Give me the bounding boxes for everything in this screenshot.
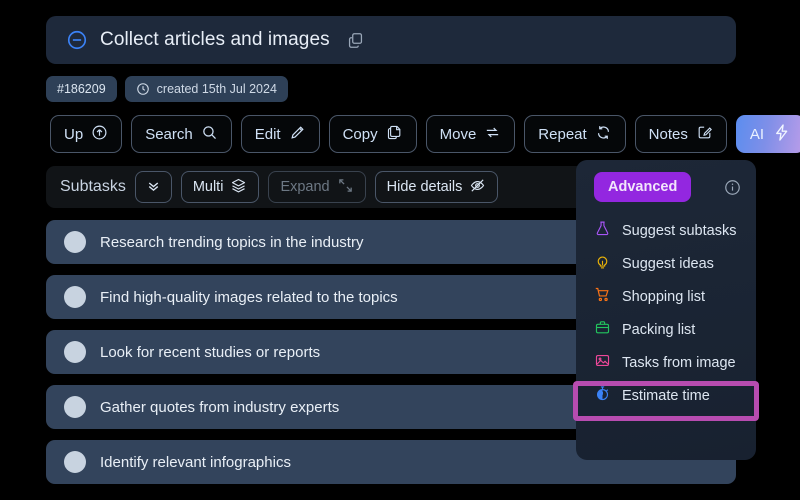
subtask-label: Gather quotes from industry experts (100, 398, 340, 416)
app-root: Collect articles and images #186209 crea… (0, 0, 800, 500)
subtask-checkbox[interactable] (64, 451, 86, 473)
layers-icon (230, 177, 247, 198)
copy-button-label: Copy (342, 125, 378, 143)
menu-item-shopping-list[interactable]: Shopping list (576, 280, 756, 313)
swap-arrows-icon (484, 124, 501, 145)
subtask-checkbox[interactable] (64, 341, 86, 363)
minus-circle-icon[interactable] (66, 29, 88, 51)
stopwatch-icon (594, 385, 611, 406)
refresh-icon (595, 124, 612, 145)
advanced-button[interactable]: Advanced (594, 172, 692, 202)
menu-item-label: Shopping list (622, 288, 706, 305)
hide-details-button[interactable]: Hide details (374, 171, 499, 203)
menu-item-suggest-ideas[interactable]: Suggest ideas (576, 247, 756, 280)
notes-button[interactable]: Notes (634, 115, 727, 153)
flask-icon (594, 220, 611, 241)
ai-button[interactable]: AI (735, 115, 800, 153)
eye-off-icon (469, 177, 486, 198)
created-date-chip[interactable]: created 15th Jul 2024 (124, 76, 288, 102)
task-header[interactable]: Collect articles and images (46, 16, 736, 64)
expand-button-label: Expand (280, 179, 330, 195)
up-button-label: Up (64, 125, 84, 143)
menu-item-packing-list[interactable]: Packing list (576, 313, 756, 346)
up-button[interactable]: Up (50, 115, 123, 153)
page-title: Collect articles and images (100, 29, 330, 50)
magnifier-icon (201, 124, 218, 145)
menu-item-label: Estimate time (622, 387, 710, 404)
repeat-button[interactable]: Repeat (524, 115, 626, 153)
subtask-label: Find high-quality images related to the … (100, 288, 398, 306)
menu-item-label: Suggest subtasks (622, 222, 737, 239)
menu-item-label: Tasks from image (622, 354, 736, 371)
pencil-icon (289, 124, 306, 145)
task-id-chip[interactable]: #186209 (46, 76, 117, 102)
lightning-bolt-icon (772, 123, 791, 146)
repeat-button-label: Repeat (538, 125, 587, 143)
menu-item-estimate-time[interactable]: Estimate time (576, 379, 756, 412)
ai-dropdown-panel: Advanced Suggest subtasks Suggest ideas … (576, 160, 756, 460)
copy-icon (386, 124, 403, 145)
created-date-label: created 15th Jul 2024 (156, 82, 277, 96)
copy-icon[interactable] (346, 31, 365, 50)
subtask-checkbox[interactable] (64, 396, 86, 418)
notes-button-label: Notes (648, 125, 688, 143)
ai-button-label: AI (749, 125, 765, 143)
lightbulb-icon (594, 253, 611, 274)
subtask-checkbox[interactable] (64, 231, 86, 253)
subtask-label: Look for recent studies or reports (100, 343, 321, 361)
task-meta-row: #186209 created 15th Jul 2024 (46, 76, 288, 102)
menu-item-label: Packing list (622, 321, 696, 338)
briefcase-icon (594, 319, 611, 340)
chevrons-down-icon (145, 177, 162, 198)
multi-button[interactable]: Multi (180, 171, 260, 203)
arrow-up-circle-icon (91, 124, 108, 145)
search-button-label: Search (145, 125, 193, 143)
hide-details-button-label: Hide details (386, 179, 463, 195)
move-button-label: Move (439, 125, 477, 143)
menu-item-label: Suggest ideas (622, 255, 714, 272)
ai-panel-header: Advanced (576, 172, 756, 202)
subtasks-label: Subtasks (60, 178, 126, 195)
shopping-cart-icon (594, 286, 611, 307)
subtask-checkbox[interactable] (64, 286, 86, 308)
move-button[interactable]: Move (425, 115, 516, 153)
multi-button-label: Multi (192, 179, 224, 195)
menu-item-suggest-subtasks[interactable]: Suggest subtasks (576, 214, 756, 247)
edit-button[interactable]: Edit (240, 115, 320, 153)
copy-button[interactable]: Copy (328, 115, 417, 153)
expand-arrows-icon (337, 177, 354, 198)
clock-icon (136, 82, 150, 96)
info-circle-icon[interactable] (723, 178, 742, 197)
expand-button[interactable]: Expand (268, 171, 366, 203)
note-edit-icon (696, 124, 713, 145)
subtask-label: Research trending topics in the industry (100, 233, 364, 251)
menu-item-tasks-from-image[interactable]: Tasks from image (576, 346, 756, 379)
image-icon (594, 352, 611, 373)
search-button[interactable]: Search (131, 115, 232, 153)
action-toolbar: Up Search Edit Copy Move Repeat Notes AI (50, 115, 800, 153)
subtasks-collapse-button[interactable] (134, 171, 172, 203)
subtask-label: Identify relevant infographics (100, 453, 291, 471)
edit-button-label: Edit (254, 125, 281, 143)
